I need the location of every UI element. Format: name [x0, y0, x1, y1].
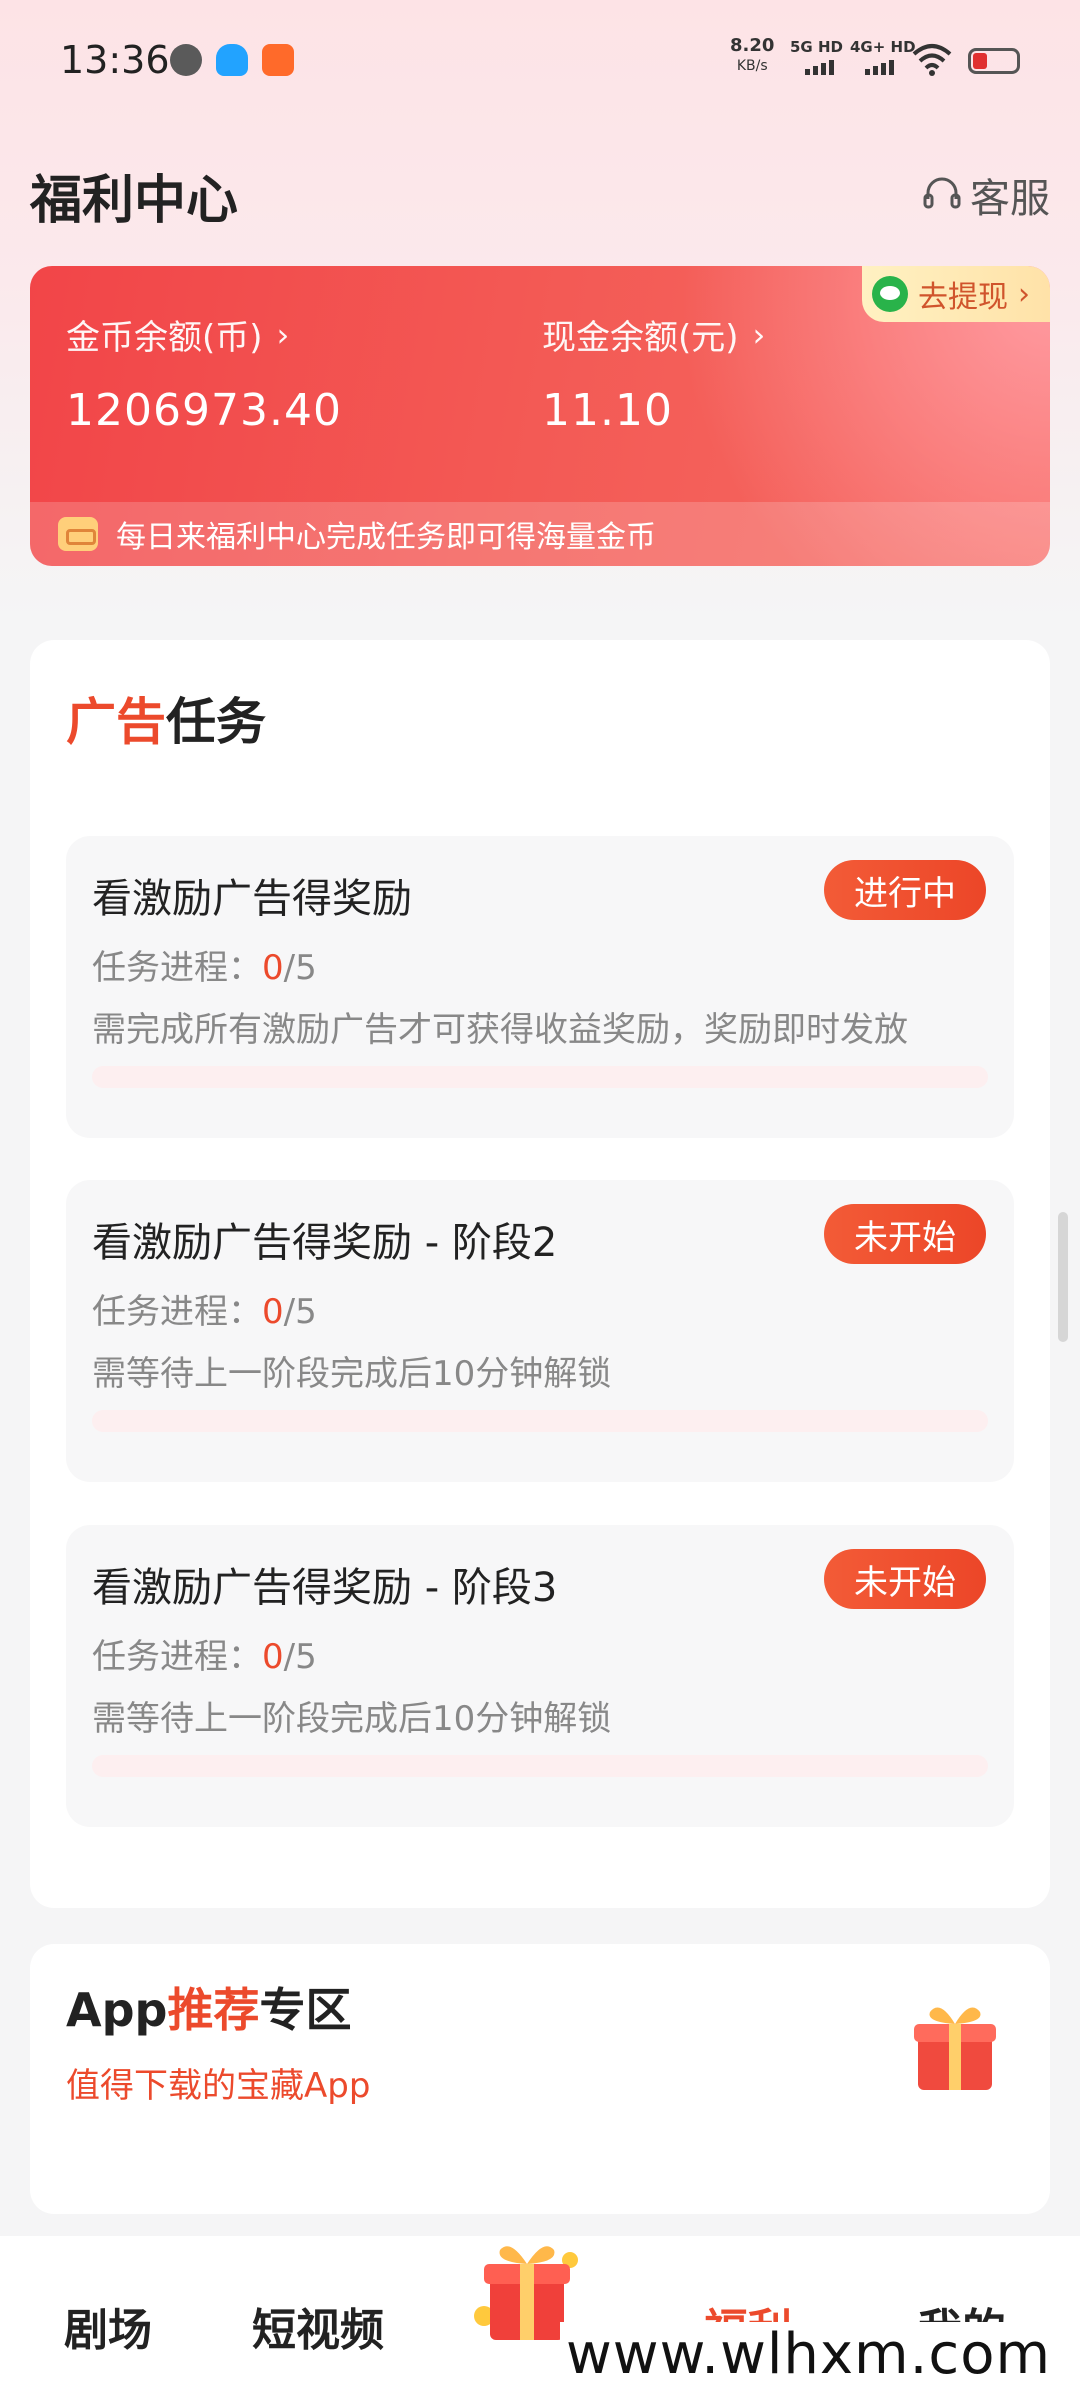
task-progress-total: /5	[283, 948, 317, 988]
cash-balance[interactable]: 现金余额(元) › 11.10	[542, 310, 765, 437]
app-recommend-title: App推荐专区	[66, 1974, 351, 2040]
task-status-badge[interactable]: 进行中	[824, 860, 986, 920]
section-title-accent: 广告	[66, 693, 166, 751]
page: 13:36 8.20 KB/s 5G HD 4G+ HD 福利中心 客服 金币余…	[0, 0, 1080, 2400]
network-speed-value: 8.20	[730, 35, 775, 56]
task-card[interactable]: 看激励广告得奖励 - 阶段3 未开始 任务进程：0/5 需等待上一阶段完成后10…	[66, 1525, 1014, 1827]
signal-bars-2-icon	[865, 60, 894, 75]
chevron-right-icon: ›	[1018, 276, 1030, 312]
chevron-right-icon: ›	[276, 315, 290, 354]
qq-notification-icon	[216, 44, 248, 76]
task-progress-bar	[92, 1066, 988, 1088]
notice-bar: 每日来福利中心完成任务即可得海量金币	[30, 502, 1050, 566]
watermark: www.wlhxm.com	[560, 2322, 1080, 2400]
task-progress-done: 0	[262, 1292, 284, 1332]
chevron-right-icon: ›	[752, 315, 766, 354]
task-description: 需等待上一阶段完成后10分钟解锁	[92, 1699, 612, 1739]
battery-level	[973, 53, 987, 69]
headset-icon	[923, 177, 961, 209]
coin-balance-label-row: 金币余额(币) ›	[66, 310, 342, 359]
customer-service-label: 客服	[970, 176, 1050, 222]
withdraw-label: 去提现	[918, 280, 1008, 315]
app-title-post: 专区	[259, 1983, 352, 2037]
wallet-icon	[58, 517, 98, 551]
withdraw-button[interactable]: 去提现 ›	[862, 266, 1050, 322]
cash-balance-label: 现金余额(元)	[542, 318, 739, 358]
task-progress-done: 0	[262, 1637, 284, 1677]
sim1-label: 5G HD	[790, 38, 843, 56]
task-title: 看激励广告得奖励 - 阶段2	[92, 1220, 558, 1266]
task-description: 需完成所有激励广告才可获得收益奖励，奖励即时发放	[92, 1010, 908, 1050]
task-progress-label: 任务进程：	[92, 1292, 262, 1332]
coin-balance-label: 金币余额(币)	[66, 318, 263, 358]
task-progress-label: 任务进程：	[92, 1637, 262, 1677]
task-progress-bar	[92, 1755, 988, 1777]
page-title: 福利中心	[30, 171, 239, 231]
signal-bars-1-icon	[805, 60, 834, 75]
task-progress-done: 0	[262, 948, 284, 988]
section-title: 广告任务	[66, 682, 266, 754]
customer-service-button[interactable]: 客服	[922, 166, 1050, 224]
sim2-label: 4G+ HD	[850, 38, 916, 56]
task-card[interactable]: 看激励广告得奖励 - 阶段2 未开始 任务进程：0/5 需等待上一阶段完成后10…	[66, 1180, 1014, 1482]
nav-theater[interactable]: 剧场	[64, 2294, 152, 2358]
task-status-badge[interactable]: 未开始	[824, 1204, 986, 1264]
status-bar: 13:36 8.20 KB/s 5G HD 4G+ HD	[0, 0, 1080, 120]
wechat-icon	[872, 276, 908, 312]
task-progress-label: 任务进程：	[92, 948, 262, 988]
task-title: 看激励广告得奖励 - 阶段3	[92, 1565, 558, 1611]
app-recommend-section[interactable]: App推荐专区 值得下载的宝藏App	[30, 1944, 1050, 2214]
coin-balance-value: 1206973.40	[66, 385, 342, 436]
app-title-pre: App	[66, 1983, 168, 2037]
nav-short-video[interactable]: 短视频	[252, 2294, 384, 2358]
cash-balance-value: 11.10	[542, 385, 673, 436]
task-description: 需等待上一阶段完成后10分钟解锁	[92, 1354, 612, 1394]
ad-task-section: 广告任务 看激励广告得奖励 进行中 任务进程：0/5 需完成所有激励广告才可获得…	[30, 640, 1050, 1908]
task-title: 看激励广告得奖励	[92, 876, 412, 922]
app-title-accent: 推荐	[167, 1983, 260, 2037]
cash-balance-label-row: 现金余额(元) ›	[542, 310, 765, 359]
task-progress-total: /5	[283, 1292, 317, 1332]
task-card[interactable]: 看激励广告得奖励 进行中 任务进程：0/5 需完成所有激励广告才可获得收益奖励，…	[66, 836, 1014, 1138]
balance-card: 金币余额(币) › 1206973.40 现金余额(元) › 11.10 去提现…	[30, 266, 1050, 566]
app-notification-icon	[262, 44, 294, 76]
network-speed-unit: KB/s	[736, 58, 768, 74]
status-time: 13:36	[60, 38, 170, 82]
task-progress-text: 任务进程：0/5	[92, 1629, 317, 1678]
task-progress-bar	[92, 1410, 988, 1432]
task-progress-text: 任务进程：0/5	[92, 940, 317, 989]
task-status-badge[interactable]: 未开始	[824, 1549, 986, 1609]
coin-balance[interactable]: 金币余额(币) › 1206973.40	[66, 310, 342, 437]
section-title-rest: 任务	[166, 693, 266, 751]
notice-text: 每日来福利中心完成任务即可得海量金币	[116, 520, 656, 555]
app-recommend-subtitle: 值得下载的宝藏App	[66, 2066, 371, 2106]
wifi-icon	[912, 44, 952, 76]
network-speed: 8.20 KB/s	[730, 36, 774, 76]
task-progress-text: 任务进程：0/5	[92, 1284, 317, 1333]
scrollbar-thumb[interactable]	[1058, 1212, 1068, 1342]
wechat-notification-icon	[170, 44, 202, 76]
task-progress-total: /5	[283, 1637, 317, 1677]
gift-box-icon	[914, 2007, 996, 2090]
battery-icon	[968, 48, 1020, 74]
